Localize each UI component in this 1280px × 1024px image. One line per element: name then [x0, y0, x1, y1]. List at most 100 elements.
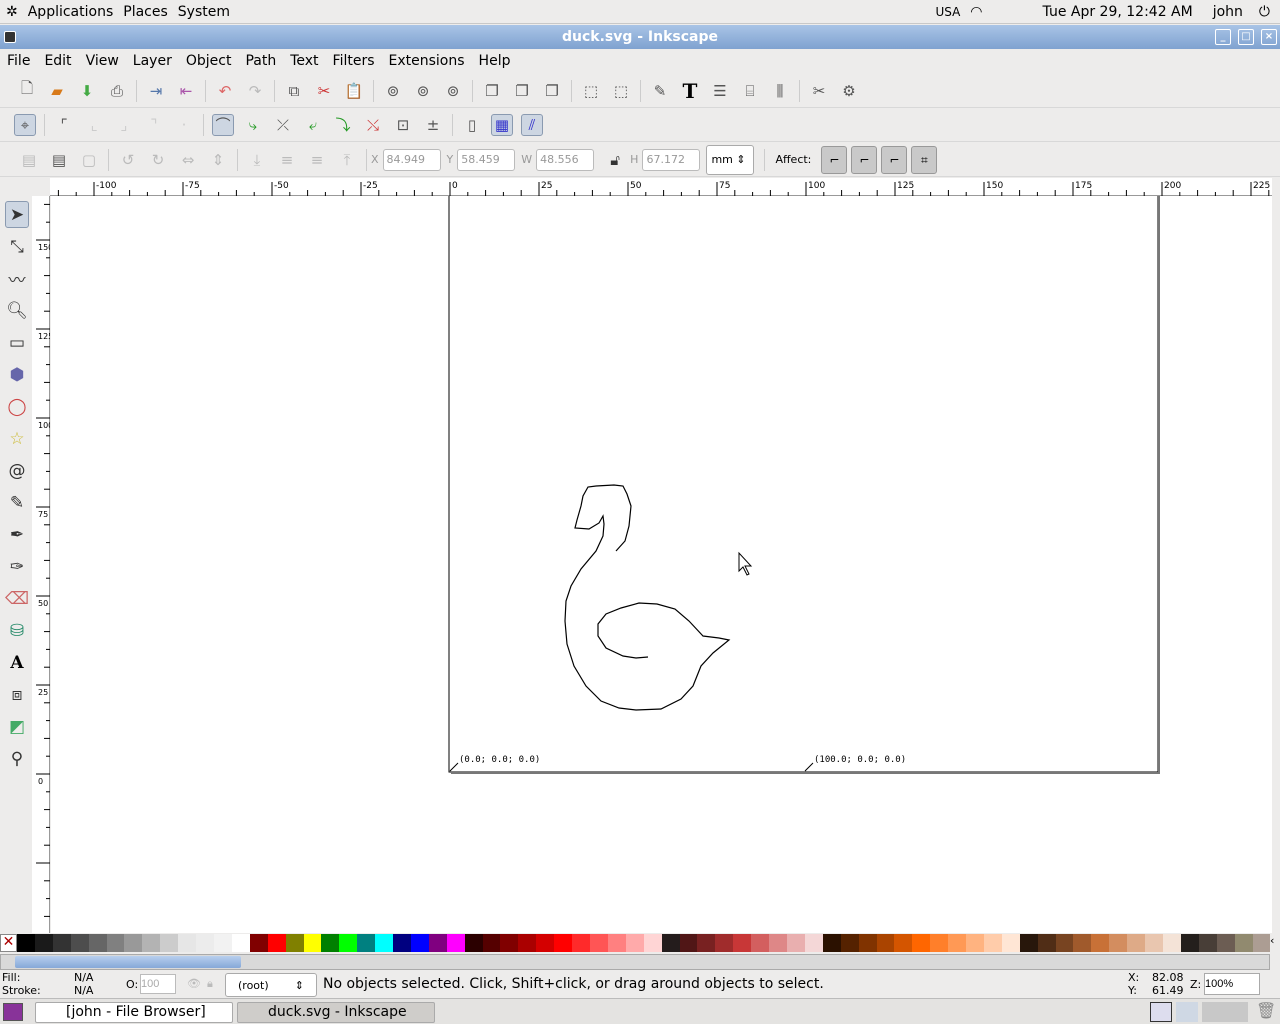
palette-scroll-icon[interactable]: ‹ — [1270, 934, 1274, 947]
menu-edit[interactable]: Edit — [44, 53, 71, 69]
color-swatch[interactable] — [948, 934, 967, 952]
dropper-tool-icon[interactable]: ⚲ — [5, 745, 29, 772]
undo-icon[interactable]: ↶ — [214, 80, 236, 102]
color-swatch[interactable] — [178, 934, 197, 952]
menu-layer[interactable]: Layer — [133, 53, 172, 69]
color-swatch[interactable] — [786, 934, 805, 952]
color-swatch[interactable] — [590, 934, 608, 952]
workspace-2[interactable] — [1176, 1002, 1198, 1022]
export-icon[interactable]: ⇤ — [175, 80, 197, 102]
duplicate-icon[interactable]: ⧉ — [283, 80, 305, 102]
color-swatch[interactable] — [357, 934, 376, 952]
color-swatch[interactable] — [1127, 934, 1146, 952]
snap-nodes-icon[interactable]: ⌒ — [212, 113, 234, 136]
color-swatch[interactable] — [518, 934, 537, 952]
affect-rounded-corners-toggle[interactable]: ⌐ — [851, 145, 878, 174]
snap-paths-icon[interactable]: ⤷ — [242, 114, 264, 136]
spiral-tool-icon[interactable]: @ — [5, 457, 29, 484]
color-swatch[interactable] — [1252, 934, 1271, 952]
rotate-cw-icon[interactable]: ↻ — [147, 149, 169, 171]
color-swatch[interactable] — [643, 934, 662, 952]
color-swatch[interactable] — [679, 934, 698, 952]
text-tool-icon[interactable]: A — [5, 649, 29, 676]
gnome-foot-icon[interactable]: ✲ — [6, 4, 18, 20]
flip-horizontal-icon[interactable]: ⇔ — [177, 149, 199, 171]
menu-file[interactable]: File — [7, 53, 30, 69]
keyboard-indicator[interactable]: USA — [935, 5, 960, 19]
color-swatch[interactable] — [339, 934, 358, 952]
connector-tool-icon[interactable]: ⧈ — [5, 681, 29, 708]
ellipse-tool-icon[interactable]: ◯ — [5, 393, 29, 420]
text-font-icon[interactable]: T — [679, 79, 701, 103]
import-icon[interactable]: ⇥ — [145, 80, 167, 102]
menu-view[interactable]: View — [86, 53, 119, 69]
show-desktop-icon[interactable] — [3, 1003, 23, 1021]
menu-object[interactable]: Object — [186, 53, 232, 69]
color-swatch[interactable] — [393, 934, 411, 952]
select-all-layers-icon[interactable]: ▤ — [48, 149, 70, 171]
tweak-tool-icon[interactable]: 〰 — [5, 265, 29, 292]
color-swatch[interactable] — [822, 934, 841, 952]
snap-intersections-icon[interactable]: ⤫ — [272, 114, 294, 136]
task-inkscape[interactable]: duck.svg - Inkscape — [237, 1002, 435, 1023]
snap-centers-icon[interactable]: ⊡ — [392, 114, 414, 136]
close-button[interactable]: × — [1261, 29, 1277, 45]
color-swatch[interactable] — [1234, 934, 1253, 952]
layer-select[interactable]: (root) ⇕ — [225, 973, 317, 997]
unlink-clone-icon[interactable]: ❐ — [511, 80, 533, 102]
trash-icon[interactable]: 🗑︎ — [1256, 1001, 1276, 1020]
menu-applications[interactable]: Applications — [28, 4, 114, 20]
zoom-drawing-icon[interactable]: ⊚ — [412, 80, 434, 102]
task-file-browser[interactable]: [john - File Browser] — [35, 1002, 233, 1023]
height-input[interactable] — [642, 148, 701, 171]
color-swatch[interactable] — [554, 934, 573, 952]
menu-path[interactable]: Path — [245, 53, 276, 69]
open-icon[interactable]: ▰ — [46, 80, 68, 102]
affect-gradients-toggle[interactable]: ⌐ — [881, 145, 908, 174]
color-swatch[interactable] — [410, 934, 429, 952]
print-icon[interactable]: ⎙ — [106, 80, 128, 102]
paste-icon[interactable]: 📋 — [343, 80, 365, 102]
power-icon[interactable]: ⏻ — [1259, 4, 1270, 20]
snap-bbox-center-icon[interactable]: · — [173, 114, 195, 136]
color-swatch[interactable] — [697, 934, 716, 952]
color-swatch[interactable] — [160, 934, 179, 952]
snap-bbox-icon[interactable]: ⌜ — [53, 114, 75, 136]
group-icon[interactable]: ⬚ — [580, 80, 602, 102]
xml-editor-icon[interactable]: ⌸ — [739, 80, 761, 102]
menu-filters[interactable]: Filters — [333, 53, 375, 69]
menu-help[interactable]: Help — [479, 53, 511, 69]
select-original-icon[interactable]: ❐ — [541, 80, 563, 102]
color-swatch[interactable] — [375, 934, 394, 952]
color-swatch[interactable] — [1073, 934, 1092, 952]
color-swatch[interactable] — [446, 934, 465, 952]
color-swatch[interactable] — [607, 934, 626, 952]
color-swatch[interactable] — [930, 934, 949, 952]
raise-top-icon[interactable]: ⤒ — [336, 149, 358, 171]
menu-extensions[interactable]: Extensions — [389, 53, 465, 69]
color-swatch[interactable] — [52, 934, 71, 952]
color-swatch[interactable] — [303, 934, 322, 952]
stroke-value[interactable]: N/A — [74, 984, 93, 997]
color-swatch[interactable] — [804, 934, 823, 952]
selector-tool-icon[interactable]: ➤ — [5, 201, 29, 228]
star-tool-icon[interactable]: ☆ — [5, 425, 29, 452]
scrollbar-thumb[interactable] — [15, 956, 241, 968]
fill-stroke-icon[interactable]: ✎ — [649, 80, 671, 102]
menu-system[interactable]: System — [178, 4, 230, 20]
color-swatch[interactable] — [1091, 934, 1110, 952]
vertical-scrollbar[interactable] — [1272, 196, 1280, 933]
pencil-tool-icon[interactable]: ✎ — [5, 489, 29, 516]
document-properties-icon[interactable]: ⚙ — [838, 80, 860, 102]
menu-places[interactable]: Places — [123, 4, 168, 20]
wifi-icon[interactable]: ◠ — [970, 4, 982, 20]
color-swatch[interactable] — [858, 934, 877, 952]
cut-icon[interactable]: ✂ — [313, 80, 335, 102]
snap-cusp-icon[interactable]: ⤶ — [302, 114, 324, 136]
zoom-tool-icon[interactable]: 🔍︎ — [5, 297, 29, 324]
color-swatch[interactable] — [321, 934, 340, 952]
x-input[interactable] — [382, 148, 441, 171]
snap-smooth-icon[interactable]: ⤵ — [332, 114, 354, 136]
color-swatch[interactable] — [1037, 934, 1056, 952]
color-swatch[interactable] — [572, 934, 590, 952]
